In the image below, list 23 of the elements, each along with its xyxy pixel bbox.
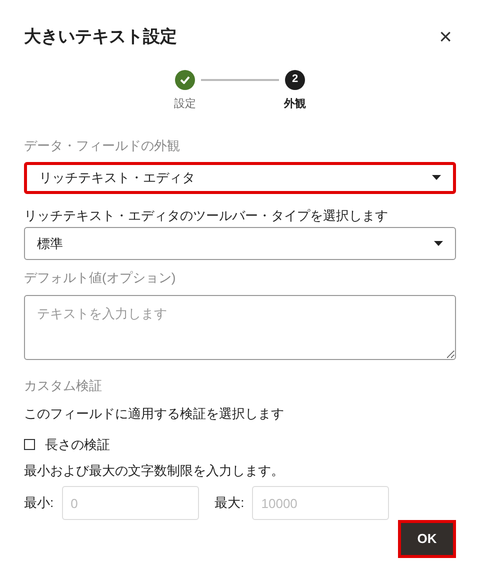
hint-text: 最小および最大の文字数制限を入力します。 xyxy=(24,462,285,480)
step-number: 2 xyxy=(285,70,305,90)
field-label: デフォルト値(オプション) xyxy=(24,268,177,287)
checkbox-label[interactable]: 長さの検証 xyxy=(45,435,110,454)
field-label: データ・フィールドの外観 xyxy=(24,137,181,155)
step-label[interactable]: 設定 xyxy=(174,96,196,112)
checkbox[interactable] xyxy=(24,439,35,450)
field-label: 最大: xyxy=(214,494,244,512)
description-text: このフィールドに適用する検証を選択します xyxy=(24,404,285,422)
close-button[interactable]: × xyxy=(435,26,456,48)
ok-button[interactable]: OK xyxy=(398,520,456,558)
field-label: リッチテキスト・エディタのツールバー・タイプを選択します xyxy=(24,206,389,225)
caret-icon xyxy=(432,175,441,180)
caret-icon xyxy=(434,240,443,246)
dropdown[interactable]: 標準 xyxy=(24,227,456,260)
step-label[interactable]: 外観 xyxy=(284,96,306,112)
number-field[interactable]: 0 xyxy=(62,486,199,520)
dropdown[interactable]: リッチテキスト・エディタ xyxy=(24,162,456,194)
field-label: 最小: xyxy=(24,494,54,512)
section-heading: カスタム検証 xyxy=(24,377,103,395)
text-area[interactable]: テキストを入力します xyxy=(24,295,456,360)
number-field[interactable]: 10000 xyxy=(252,486,390,520)
dialog-title: 大きいテキスト設定 xyxy=(24,26,177,48)
